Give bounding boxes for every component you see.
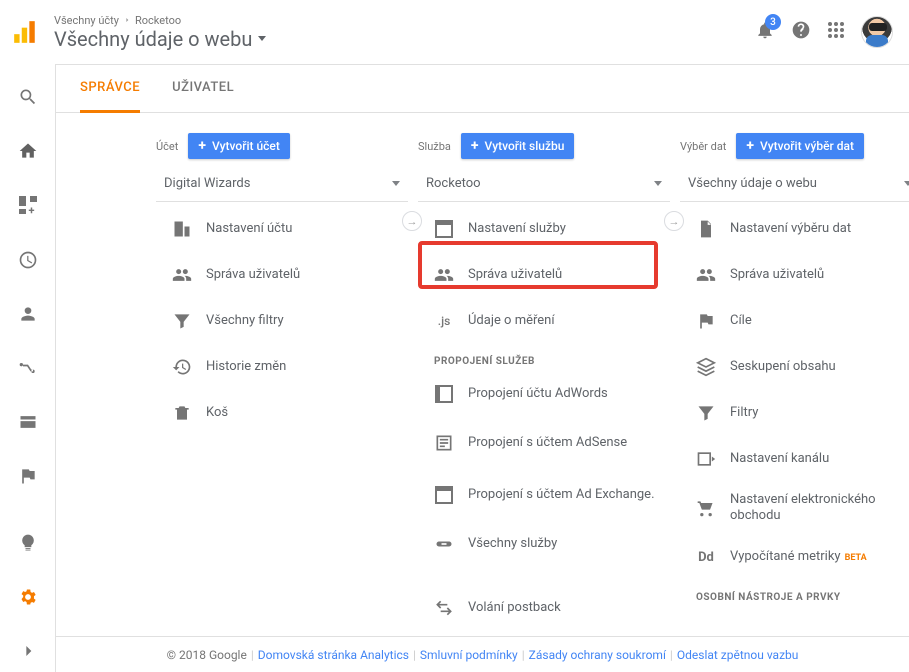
tab-admin[interactable]: SPRÁVCE	[80, 65, 140, 113]
view-user-management-link[interactable]: Správa uživatelů	[690, 252, 909, 298]
view-column-label: Výběr dat	[680, 140, 726, 153]
nav-conversions[interactable]	[0, 455, 56, 497]
property-selector[interactable]: Rocketoo	[418, 167, 670, 201]
main-content: SPRÁVCE UŽIVATEL Účet +Vytvořit účet Dig…	[56, 64, 909, 672]
all-products-link[interactable]: Všechny služby	[428, 521, 670, 567]
caret-down-icon	[258, 36, 266, 41]
breadcrumb[interactable]: Všechny účty Rocketoo	[54, 14, 755, 27]
nav-realtime[interactable]	[0, 239, 56, 281]
create-property-button[interactable]: +Vytvořit službu	[461, 133, 575, 159]
analytics-logo-icon	[12, 19, 38, 45]
caret-down-icon	[904, 181, 909, 186]
footer-link-feedback[interactable]: Odeslat zpětnou vazbu	[677, 648, 799, 662]
plus-icon: +	[746, 139, 754, 153]
view-content-grouping-link[interactable]: Seskupení obsahu	[690, 344, 909, 390]
account-settings-link[interactable]: Nastavení účtu	[166, 206, 408, 252]
page-footer: © 2018 Google | Domovská stránka Analyti…	[56, 636, 909, 672]
account-selector[interactable]: Digital Wizards	[156, 167, 408, 201]
help-button[interactable]	[791, 20, 811, 44]
account-user-management-link[interactable]: Správa uživatelů	[166, 252, 408, 298]
view-ecommerce-settings-link[interactable]: Nastavení elektronického obchodu	[690, 482, 909, 534]
nav-behavior[interactable]	[0, 401, 56, 443]
dashboard-icon: +	[19, 196, 37, 214]
property-user-management-link[interactable]: Správa uživatelů	[428, 252, 670, 298]
adsense-linking-link[interactable]: Propojení s účtem AdSense	[428, 417, 670, 469]
property-tracking-info-link[interactable]: .jsÚdaje o měření	[428, 298, 670, 344]
footer-copyright: © 2018 Google	[167, 648, 247, 662]
view-calculated-metrics-link[interactable]: DdVypočítané metrikyBETA	[690, 534, 909, 580]
account-history-link[interactable]: Historie změn	[166, 344, 408, 390]
adwords-linking-link[interactable]: Propojení účtu AdWords	[428, 371, 670, 417]
caret-down-icon	[654, 181, 662, 186]
nav-customization[interactable]: +	[0, 184, 56, 226]
view-selector-dropdown[interactable]: Všechny údaje o webu	[680, 167, 909, 201]
notification-badge: 3	[765, 14, 781, 30]
caret-down-icon	[392, 181, 400, 186]
view-channel-settings-link[interactable]: Nastavení kanálu	[690, 436, 909, 482]
adexchange-linking-link[interactable]: Propojení s účtem Ad Exchange.	[428, 469, 670, 521]
property-settings-link[interactable]: Nastavení služby	[428, 206, 670, 252]
account-trash-link[interactable]: Koš	[166, 390, 408, 436]
account-column: Účet +Vytvořit účet Digital Wizards Nast…	[156, 133, 418, 672]
view-goals-link[interactable]: Cíle	[690, 298, 909, 344]
create-account-button[interactable]: +Vytvořit účet	[188, 133, 290, 159]
create-view-button[interactable]: +Vytvořit výběr dat	[736, 133, 864, 159]
nav-discover[interactable]	[0, 522, 56, 564]
nav-search[interactable]	[0, 76, 56, 118]
view-selector[interactable]: Všechny údaje o webu	[54, 27, 755, 51]
app-header: Všechny účty Rocketoo Všechny údaje o we…	[0, 0, 909, 64]
nav-admin[interactable]	[0, 576, 56, 618]
view-filters-link[interactable]: Filtry	[690, 390, 909, 436]
nav-home[interactable]	[0, 130, 56, 172]
footer-link-home[interactable]: Domovská stránka Analytics	[258, 648, 409, 662]
admin-tabs: SPRÁVCE UŽIVATEL	[56, 65, 909, 113]
nav-expand[interactable]	[0, 630, 56, 672]
account-column-label: Účet	[156, 140, 178, 153]
breadcrumb-leaf: Rocketoo	[135, 14, 181, 27]
user-avatar[interactable]	[861, 16, 893, 48]
notifications-button[interactable]: 3	[755, 20, 775, 44]
postback-link[interactable]: Volání postback	[428, 585, 670, 631]
page-title: Všechny údaje o webu	[54, 27, 252, 51]
nav-audience[interactable]	[0, 293, 56, 335]
view-section-personal: OSOBNÍ NÁSTROJE A PRVKY	[690, 580, 909, 607]
account-filters-link[interactable]: Všechny filtry	[166, 298, 408, 344]
view-settings-link[interactable]: Nastavení výběru dat	[690, 206, 909, 252]
plus-icon: +	[198, 139, 206, 153]
left-nav-rail: +	[0, 64, 56, 672]
breadcrumb-root: Všechny účty	[54, 14, 119, 27]
view-column: Výběr dat +Vytvořit výběr dat Všechny úd…	[680, 133, 909, 672]
property-section-linking: PROPOJENÍ SLUŽEB	[428, 344, 670, 371]
footer-link-privacy[interactable]: Zásady ochrany soukromí	[529, 648, 666, 662]
footer-link-terms[interactable]: Smluvní podmínky	[420, 648, 518, 662]
property-column-label: Služba	[418, 140, 451, 153]
apps-button[interactable]	[827, 21, 845, 43]
property-column: Služba +Vytvořit službu Rocketoo Nastave…	[418, 133, 680, 672]
tab-user[interactable]: UŽIVATEL	[172, 65, 234, 113]
plus-icon: +	[471, 139, 479, 153]
nav-acquisition[interactable]	[0, 347, 56, 389]
